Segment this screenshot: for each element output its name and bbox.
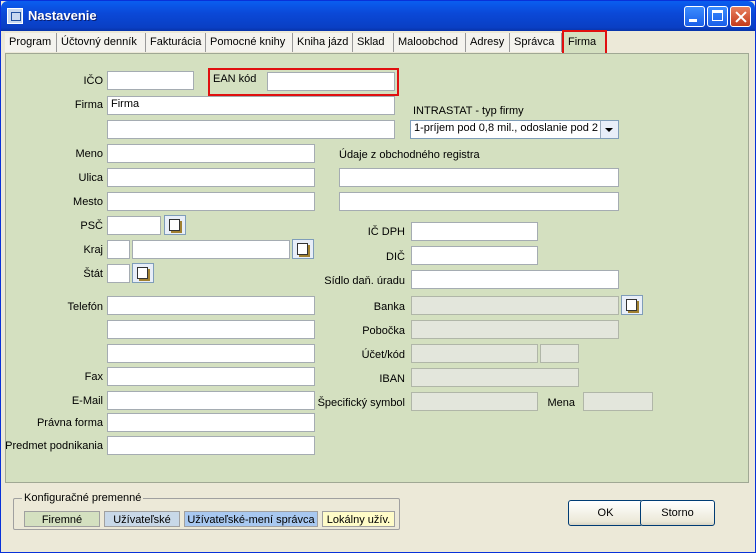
kraj-label: Kraj — [83, 244, 103, 256]
mesto-label: Mesto — [73, 196, 103, 208]
telefon-input-1[interactable] — [107, 296, 315, 315]
chip-lokalny-uziv: Lokálny užív. — [322, 511, 395, 527]
title-bar[interactable]: Nastavenie — [1, 1, 755, 31]
pobocka-input — [411, 320, 619, 339]
chip-uzivatelske-meni-spravca: Užívateľské-mení správca — [184, 511, 318, 527]
tab-adresy[interactable]: Adresy — [466, 33, 510, 52]
minimize-button[interactable] — [684, 6, 705, 27]
pobocka-label: Pobočka — [362, 325, 405, 337]
mena-input — [583, 392, 653, 411]
pravna-forma-input[interactable] — [107, 413, 315, 432]
telefon-input-3[interactable] — [107, 344, 315, 363]
chevron-down-icon[interactable] — [600, 121, 618, 138]
meno-label: Meno — [75, 148, 103, 160]
window-title: Nastavenie — [28, 8, 97, 23]
telefon-input-2[interactable] — [107, 320, 315, 339]
psc-lookup-icon[interactable] — [164, 215, 186, 235]
tab-uctovny-dennik[interactable]: Účtovný denník — [57, 33, 146, 52]
stat-lookup-icon[interactable] — [132, 263, 154, 283]
email-label: E-Mail — [71, 395, 103, 407]
tab-maloobchod[interactable]: Maloobchod — [394, 33, 466, 52]
ean-label: EAN kód — [213, 73, 257, 85]
specificky-label: Špecifický symbol — [317, 397, 405, 409]
kraj-code-input[interactable] — [107, 240, 130, 259]
kraj-input[interactable] — [132, 240, 290, 259]
config-variables-group: Konfiguračné premenné Firemné Užívateľsk… — [13, 492, 400, 530]
tab-spravca[interactable]: Správca — [510, 33, 562, 52]
intrastat-label: INTRASTAT - typ firmy — [413, 105, 524, 117]
firma-input-2[interactable] — [107, 120, 395, 139]
ok-button[interactable]: OK — [568, 500, 643, 526]
stat-input[interactable] — [107, 264, 130, 283]
stat-label: Štát — [83, 268, 103, 280]
tab-fakturacia[interactable]: Fakturácia — [146, 33, 206, 52]
kod-input — [540, 344, 579, 363]
sidlo-label: Sídlo daň. úradu — [324, 275, 405, 287]
chip-uzivatelske: Užívateľské — [104, 511, 180, 527]
telefon-label: Telefón — [67, 301, 103, 313]
pravna-forma-label: Právna forma — [36, 417, 103, 429]
storno-button[interactable]: Storno — [640, 500, 715, 526]
app-icon — [7, 8, 23, 24]
close-button[interactable] — [730, 6, 751, 27]
icdph-input[interactable] — [411, 222, 538, 241]
settings-window: Nastavenie Program Účtovný denník Faktur… — [0, 0, 756, 553]
predmet-input[interactable] — [107, 436, 315, 455]
banka-lookup-icon[interactable] — [621, 295, 643, 315]
banka-label: Banka — [373, 301, 405, 313]
email-input[interactable] — [107, 391, 315, 410]
iban-label: IBAN — [379, 373, 405, 385]
intrastat-value: 1-príjem pod 0,8 mil., odoslanie pod 2 m… — [414, 122, 619, 134]
register-input-2[interactable] — [339, 192, 619, 211]
register-input-1[interactable] — [339, 168, 619, 187]
psc-label: PSČ — [80, 220, 103, 232]
icdph-label: IČ DPH — [367, 226, 405, 238]
tab-pomocne-knihy[interactable]: Pomocné knihy — [206, 33, 293, 52]
fax-label: Fax — [84, 371, 103, 383]
mena-label: Mena — [547, 397, 575, 409]
fax-input[interactable] — [107, 367, 315, 386]
iban-input — [411, 368, 579, 387]
chip-firemne: Firemné — [24, 511, 100, 527]
meno-input[interactable] — [107, 144, 315, 163]
predmet-label: Predmet podnikania — [5, 440, 103, 452]
banka-input — [411, 296, 619, 315]
maximize-button[interactable] — [707, 6, 728, 27]
dic-label: DIČ — [386, 251, 405, 263]
tab-sklad[interactable]: Sklad — [353, 33, 394, 52]
specificky-input — [411, 392, 538, 411]
psc-input[interactable] — [107, 216, 161, 235]
tab-firma[interactable]: Firma — [562, 30, 607, 55]
ulica-input[interactable] — [107, 168, 315, 187]
ucet-input — [411, 344, 538, 363]
kraj-lookup-icon[interactable] — [292, 239, 314, 259]
sidlo-input[interactable] — [411, 270, 619, 289]
ico-input[interactable] — [107, 71, 194, 90]
config-legend: Konfiguračné premenné — [22, 492, 144, 504]
ico-label: IČO — [83, 75, 103, 87]
ean-input[interactable] — [267, 72, 395, 91]
ulica-label: Ulica — [78, 172, 103, 184]
mesto-input[interactable] — [107, 192, 315, 211]
dic-input[interactable] — [411, 246, 538, 265]
firma-label: Firma — [74, 99, 103, 111]
tab-kniha-jazd[interactable]: Kniha jázd — [293, 33, 353, 52]
tab-program[interactable]: Program — [5, 33, 57, 52]
register-label: Údaje z obchodného registra — [339, 149, 480, 161]
firma-input[interactable]: Firma — [107, 96, 395, 115]
intrastat-select[interactable]: 1-príjem pod 0,8 mil., odoslanie pod 2 m… — [410, 120, 619, 139]
ucet-label: Účet/kód — [361, 349, 405, 361]
